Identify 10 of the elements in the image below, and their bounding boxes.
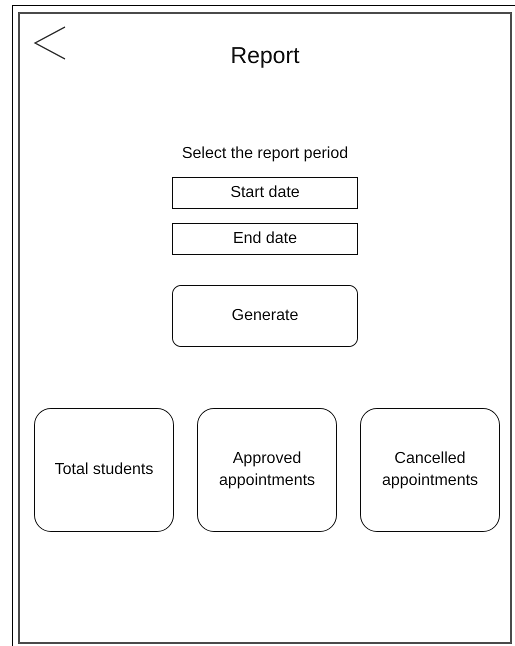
report-card: Total students [34, 408, 174, 532]
generate-button[interactable]: Generate [172, 285, 358, 347]
report-card: Cancelled appointments [360, 408, 500, 532]
back-button[interactable] [33, 26, 67, 60]
back-icon [33, 26, 67, 60]
period-prompt: Select the report period [182, 144, 348, 164]
end-date-field[interactable]: End date [172, 223, 358, 255]
report-card: Approved appointments [197, 408, 337, 532]
page-title: Report [229, 44, 301, 67]
start-date-field[interactable]: Start date [172, 177, 358, 209]
